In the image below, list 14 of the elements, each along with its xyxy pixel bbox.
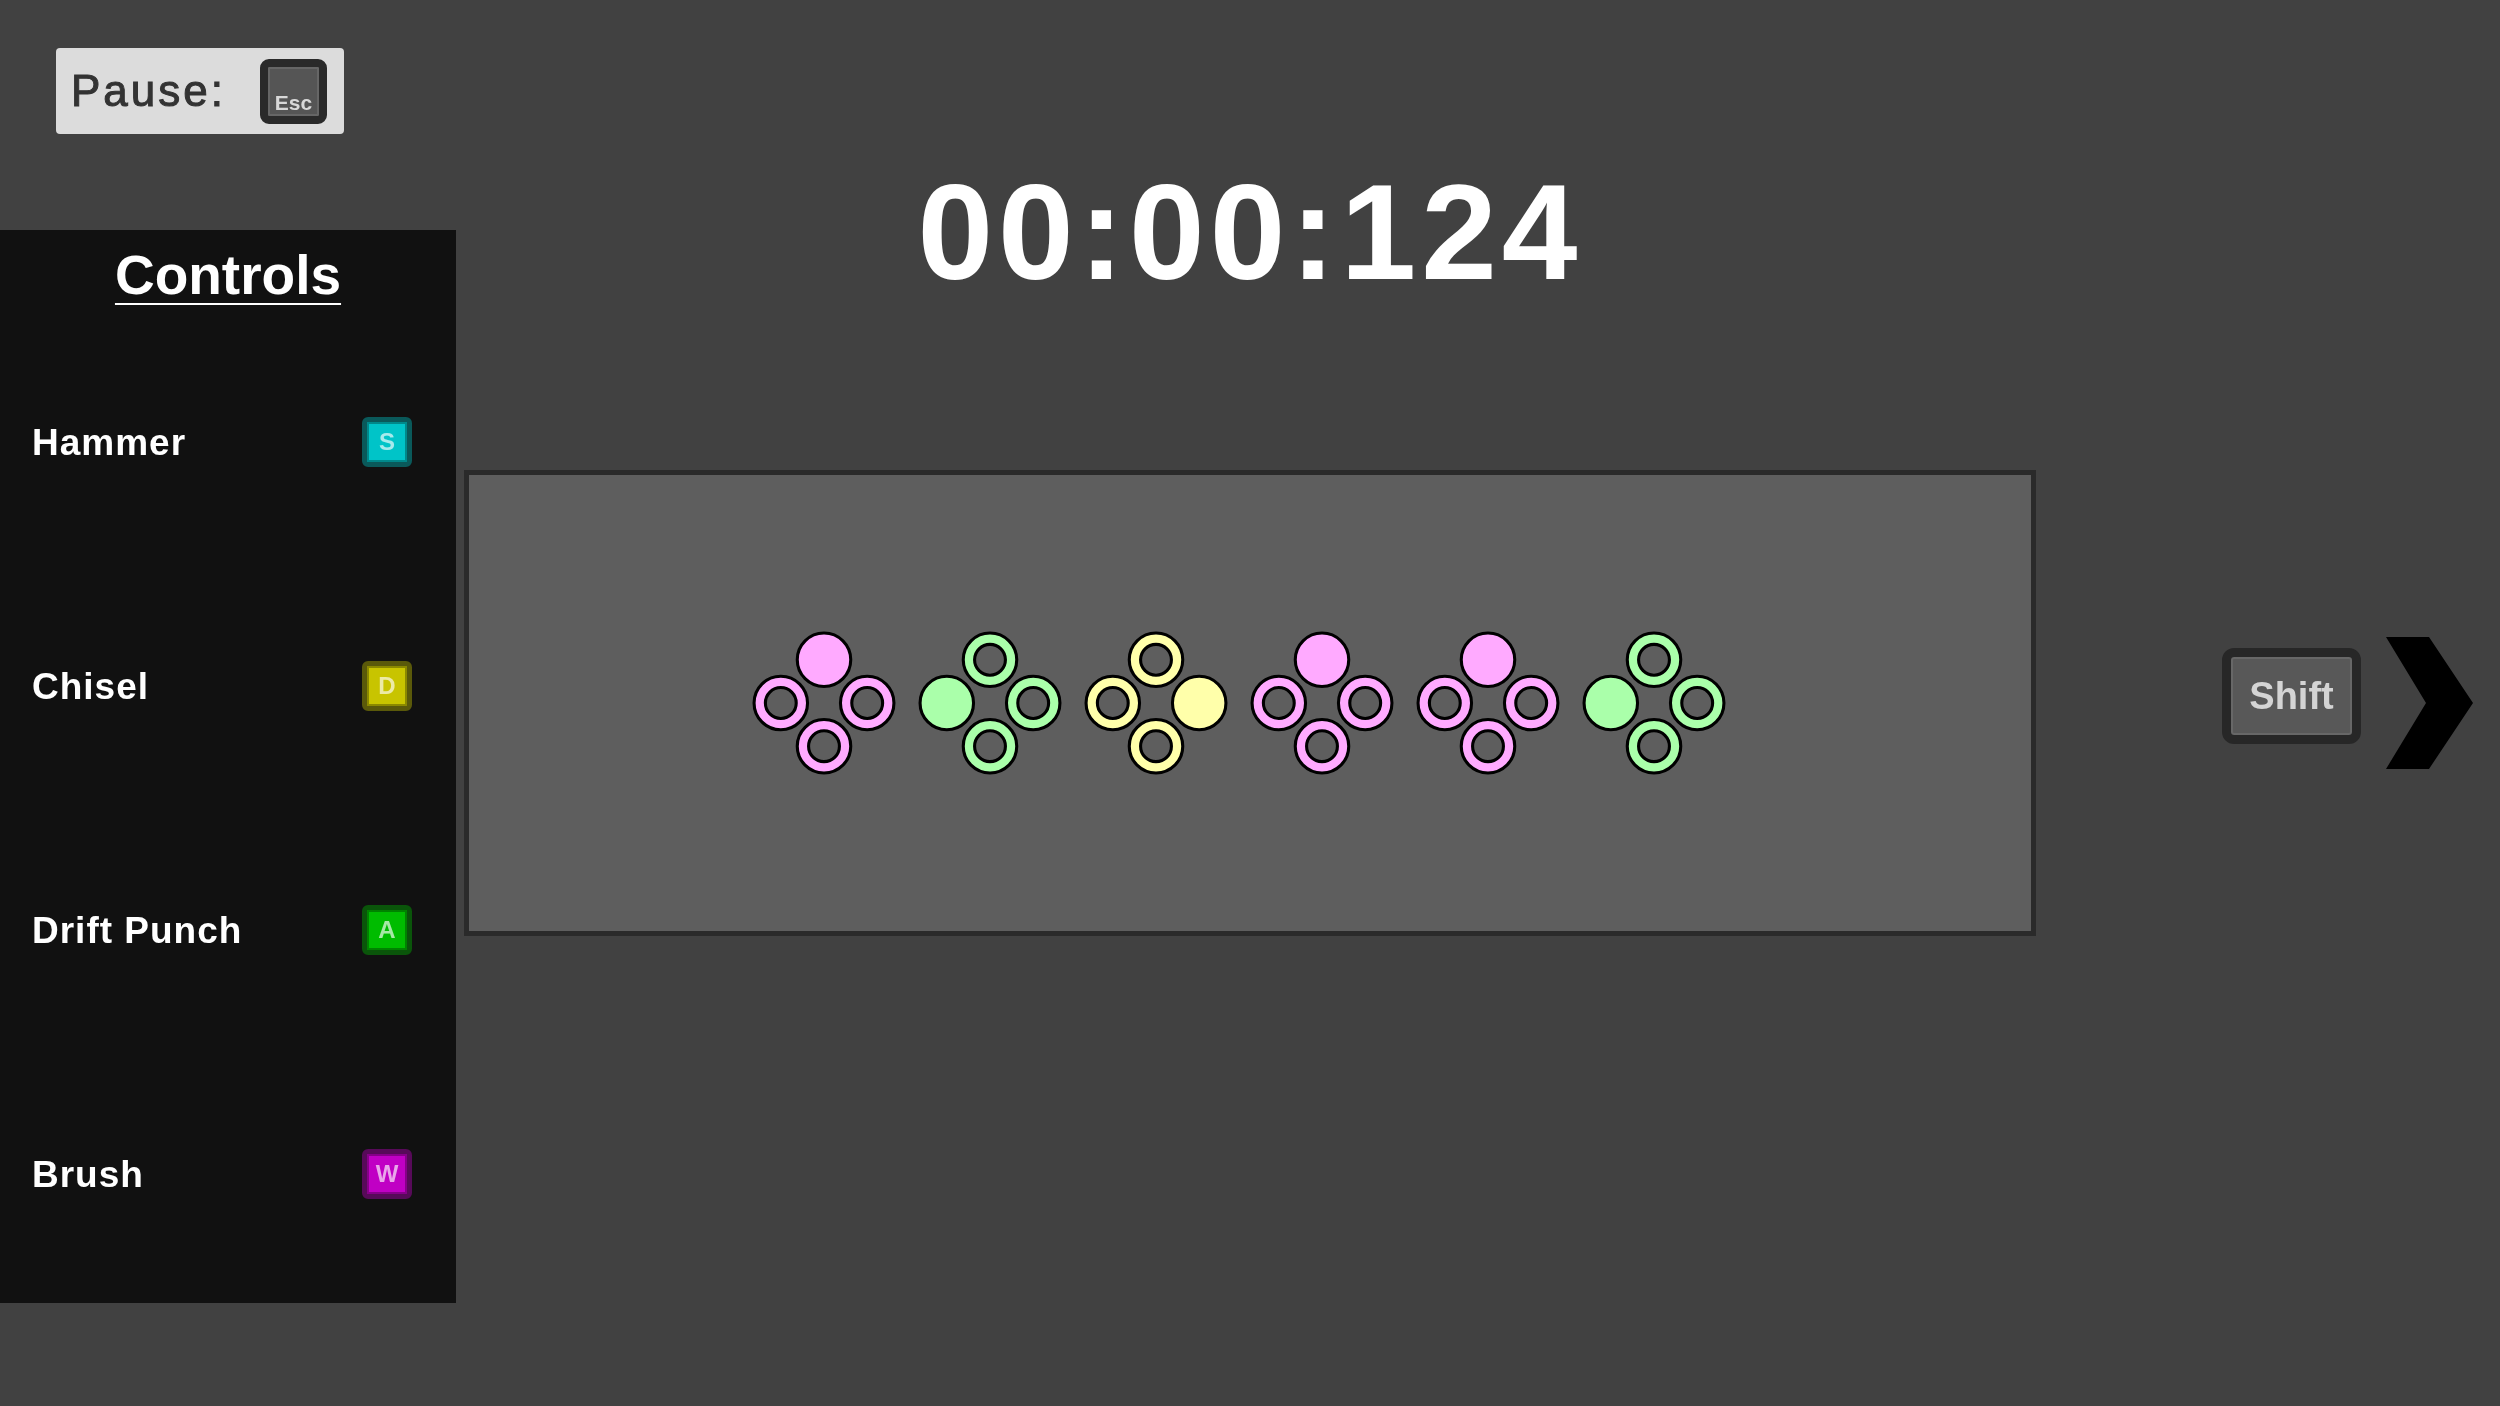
control-label: Brush <box>32 1155 144 1193</box>
control-label: Drift Punch <box>32 911 243 949</box>
key-cap: W <box>362 1149 412 1199</box>
key-cap: D <box>362 661 412 711</box>
key-cap: Esc <box>260 58 327 124</box>
key-cap: Shift <box>2222 648 2361 744</box>
sidebar-title: Controls <box>114 248 342 303</box>
key-cap: S <box>362 417 412 467</box>
control-label: Chisel <box>32 667 150 705</box>
key-cap: A <box>362 905 412 955</box>
pause-label: Pause: <box>71 69 226 113</box>
timer: 00:00:124 <box>917 164 1583 300</box>
control-label: Hammer <box>32 423 187 461</box>
chevron-right-icon <box>2386 637 2473 769</box>
